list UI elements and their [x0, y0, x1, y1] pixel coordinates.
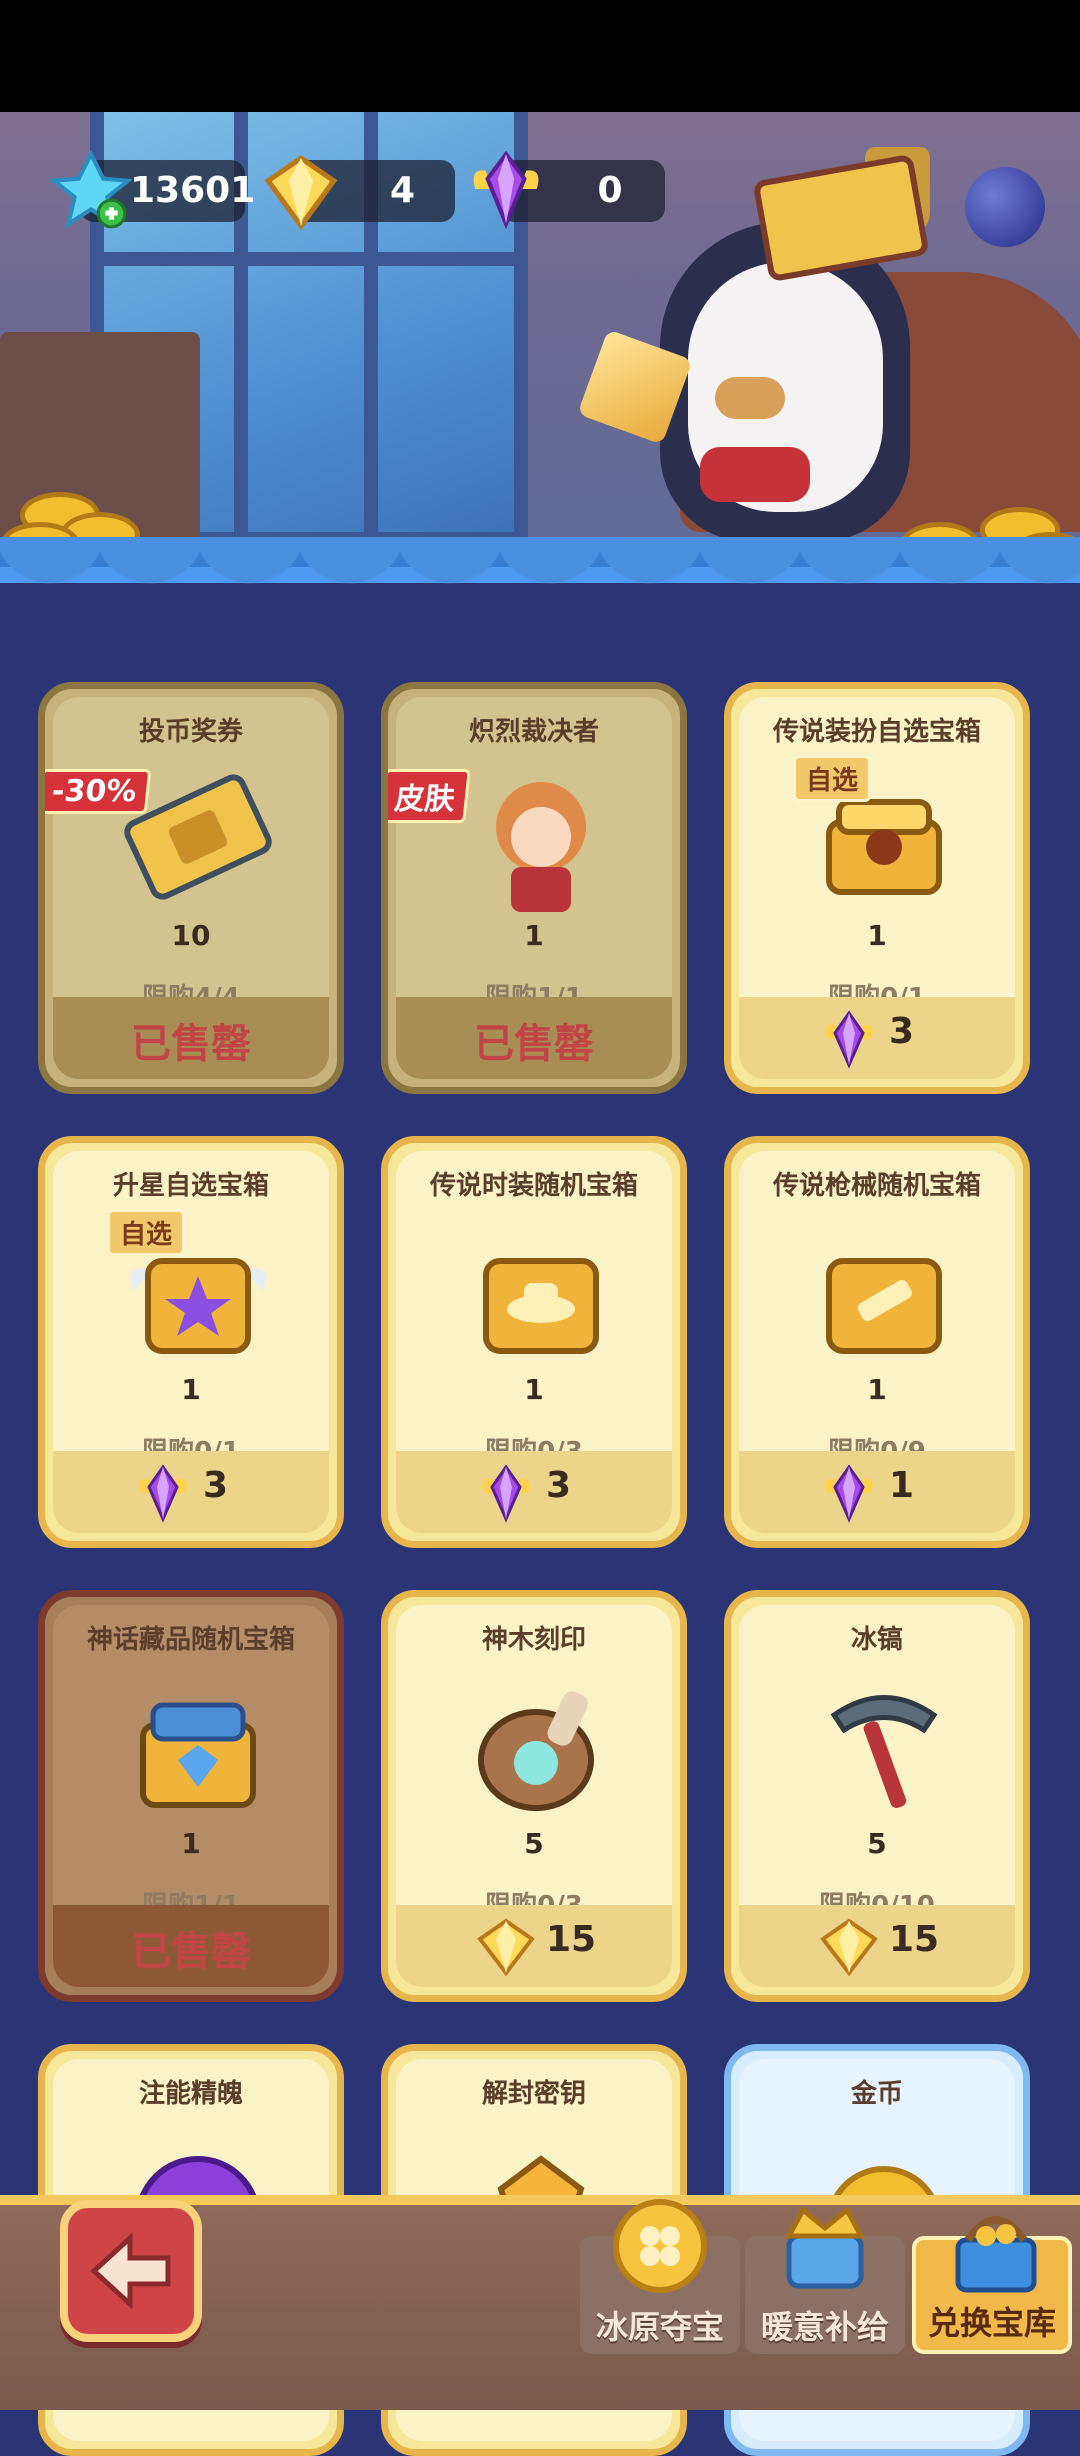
shopping-basket-icon [955, 2216, 1037, 2293]
hat-chest-icon [483, 1258, 599, 1354]
item-title: 注能精魄 [138, 2079, 243, 2109]
gold-gem-icon [264, 155, 338, 231]
price-value: 15 [889, 1919, 940, 1960]
shop-item-card[interactable]: 传说枪械随机宝箱1限购0/91 [724, 1136, 1030, 1548]
snowflake-crystal-icon [50, 150, 132, 229]
crystal-count: 13601 [130, 170, 256, 211]
nav-tab-exchange-vault[interactable]: 兑换宝库 [912, 2216, 1072, 2354]
item-title: 炽烈裁决者 [468, 717, 599, 747]
item-title: 传说装扮自选宝箱 [772, 717, 981, 747]
bowtie-decoration [700, 447, 810, 502]
price-value: 15 [546, 1919, 597, 1960]
item-quantity: 1 [867, 919, 887, 952]
shop-item-card[interactable]: 神木刻印5限购0/315 [381, 1590, 687, 2002]
soldout-label: 已售罄 [131, 1021, 251, 1067]
status-bar [0, 0, 1080, 112]
item-title: 传说枪械随机宝箱 [772, 1171, 981, 1201]
shop-item-card[interactable]: 神话藏品随机宝箱1限购1/1已售罄 [38, 1590, 344, 2002]
back-arrow-icon [90, 2232, 171, 2310]
nav-tab-ice-treasure[interactable]: 冰原夺宝 [580, 2199, 740, 2354]
buy-button[interactable]: 3 [53, 1451, 329, 1533]
item-quantity: 1 [181, 1827, 201, 1860]
price-value: 3 [889, 1011, 915, 1052]
item-title: 解封密钥 [481, 2079, 586, 2109]
purple-gem-icon [473, 150, 539, 230]
purple-gem-count: 0 [597, 170, 623, 211]
shop-item-card[interactable]: 投币奖券10限购4/4已售罄-30% [38, 682, 344, 1094]
buy-button[interactable]: 3 [739, 997, 1015, 1079]
price-value: 3 [546, 1465, 572, 1506]
price-value: 1 [889, 1465, 915, 1506]
self-pick-badge: 自选 [107, 1209, 186, 1256]
item-title: 神木刻印 [481, 1625, 586, 1655]
buy-button[interactable]: 1 [739, 1451, 1015, 1533]
item-quantity: 10 [171, 919, 211, 952]
nav-label: 兑换宝库 [927, 2304, 1056, 2342]
item-quantity: 1 [524, 919, 544, 952]
gold-gem-icon [477, 1918, 535, 1977]
buy-button[interactable]: 15 [396, 1905, 672, 1987]
shop-item-card[interactable]: 传说时装随机宝箱1限购0/33 [381, 1136, 687, 1548]
shop-item-card[interactable]: 炽烈裁决者1限购1/1已售罄皮肤 [381, 682, 687, 1094]
item-title: 金币 [850, 2079, 903, 2109]
purple-gem-icon [139, 1464, 187, 1523]
gun-chest-icon [826, 1258, 942, 1354]
item-quantity: 5 [867, 1827, 887, 1860]
buy-button[interactable]: 15 [739, 1905, 1015, 1987]
item-quantity: 1 [867, 1373, 887, 1406]
blue-orb-decoration [965, 167, 1045, 247]
item-title: 神话藏品随机宝箱 [86, 1625, 295, 1655]
self-pick-badge: 自选 [793, 755, 872, 802]
gold-gem-icon [820, 1918, 878, 1977]
item-quantity: 1 [524, 1373, 544, 1406]
clover-coin-icon [613, 2199, 707, 2293]
soldout-footer: 已售罄 [53, 1905, 329, 1987]
item-title: 冰镐 [850, 1625, 903, 1655]
item-tag-badge: -30% [45, 769, 152, 814]
crown-decoration [752, 153, 930, 283]
soldout-label: 已售罄 [474, 1021, 594, 1067]
nav-tab-warm-supply[interactable]: 暖意补给 [745, 2206, 905, 2354]
price-value: 3 [203, 1465, 229, 1506]
wood-seal-icon [478, 1691, 594, 1811]
character-skin-icon [496, 782, 586, 912]
ice-pickaxe-icon [830, 1695, 938, 1808]
shop-item-card[interactable]: 升星自选宝箱1限购0/13自选 [38, 1136, 344, 1548]
item-title: 传说时装随机宝箱 [429, 1171, 638, 1201]
back-button[interactable] [60, 2200, 202, 2342]
soldout-footer: 已售罄 [396, 997, 672, 1079]
shop-item-card[interactable]: 冰镐5限购0/1015 [724, 1590, 1030, 2002]
myth-chest-icon [140, 1702, 256, 1808]
item-tag-badge: 皮肤 [388, 769, 471, 823]
item-quantity: 1 [181, 1373, 201, 1406]
buy-button[interactable]: 3 [396, 1451, 672, 1533]
soldout-footer: 已售罄 [53, 997, 329, 1079]
gold-gem-count: 4 [389, 170, 416, 211]
nav-label: 冰原夺宝 [595, 2308, 724, 2346]
item-title: 投币奖券 [138, 717, 243, 747]
purple-gem-icon [482, 1464, 530, 1523]
purple-gem-icon [825, 1010, 873, 1069]
item-quantity: 5 [524, 1827, 544, 1860]
item-title: 升星自选宝箱 [112, 1171, 269, 1201]
nav-label: 暖意补给 [760, 2308, 889, 2346]
crown-chest-icon [784, 2206, 866, 2289]
purple-gem-icon [825, 1464, 873, 1523]
shop-item-card[interactable]: 传说装扮自选宝箱1限购0/13自选 [724, 682, 1030, 1094]
soldout-label: 已售罄 [131, 1929, 251, 1975]
